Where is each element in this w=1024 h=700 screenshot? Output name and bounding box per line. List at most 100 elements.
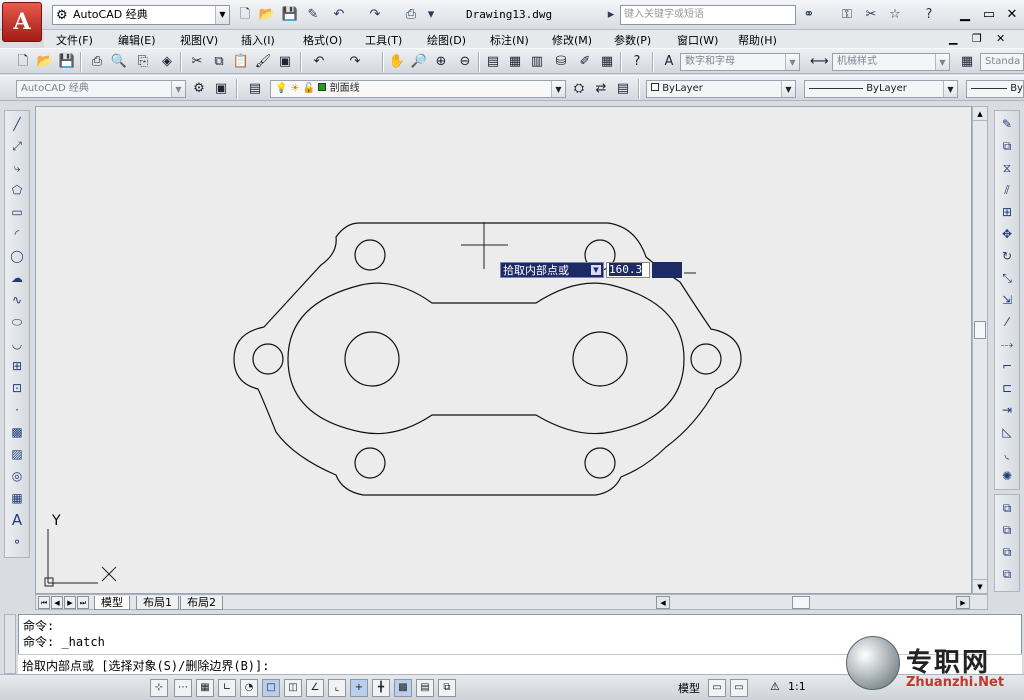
zoom-previous-icon[interactable]: ⊖	[456, 53, 474, 71]
send-under-icon[interactable]: ⧉	[998, 565, 1016, 583]
object-snap-icon[interactable]: □	[262, 679, 280, 697]
dim-style-icon[interactable]: ⟷	[810, 53, 829, 71]
annotation-scale-icon[interactable]: ⚠	[770, 680, 780, 693]
dim-style-select[interactable]: 机械样式 ▼	[832, 53, 950, 71]
new-file-icon[interactable]: 🗋	[236, 6, 254, 24]
menu-insert[interactable]: 插入(I)	[241, 32, 275, 48]
make-block-icon[interactable]: ⊡	[8, 379, 26, 397]
rotate-icon[interactable]: ↻	[998, 247, 1016, 265]
move-icon[interactable]: ✥	[998, 225, 1016, 243]
next-tab-icon[interactable]: ▶	[64, 596, 76, 609]
open-folder-icon[interactable]: 📂	[258, 6, 276, 24]
sheet-set-icon[interactable]: ⛁	[552, 53, 570, 71]
minimize-window-icon[interactable]: ▁	[956, 6, 974, 24]
lineweight-select[interactable]: By	[966, 80, 1024, 98]
menu-window[interactable]: 窗口(W)	[677, 32, 718, 48]
save-as-icon[interactable]: ✎	[304, 6, 322, 24]
color-select[interactable]: ByLayer ▼	[646, 80, 796, 98]
help-icon[interactable]: ?	[920, 6, 938, 24]
explode-icon[interactable]: ✺	[998, 467, 1016, 485]
exchange-icon[interactable]: ✂	[862, 6, 880, 24]
text-style-icon[interactable]: A	[660, 53, 678, 71]
extend-icon[interactable]: ⤏	[998, 335, 1016, 353]
key-icon[interactable]: ⚿	[838, 6, 856, 24]
drawing-canvas[interactable]: Y	[35, 106, 972, 594]
vertical-scroll-thumb[interactable]	[974, 321, 986, 339]
zoom-realtime-icon[interactable]: 🔎	[410, 53, 428, 71]
insert-block-icon[interactable]: ⊞	[8, 357, 26, 375]
last-tab-icon[interactable]: ⏭	[77, 596, 89, 609]
binoculars-icon[interactable]: ⚭	[800, 6, 818, 24]
tab-model[interactable]: 模型	[94, 596, 130, 610]
stretch-icon[interactable]: ⇲	[998, 291, 1016, 309]
menu-help[interactable]: 帮助(H)	[738, 32, 777, 48]
menu-file[interactable]: 文件(F)	[56, 32, 93, 48]
rectangle-icon[interactable]: ▭	[8, 203, 26, 221]
tab-layout2[interactable]: 布局2	[180, 596, 223, 610]
close-window-icon[interactable]: ✕	[1003, 6, 1021, 24]
prev-tab-icon[interactable]: ◀	[51, 596, 63, 609]
redo-toolbar-icon[interactable]: ↷	[346, 53, 364, 71]
chamfer-icon[interactable]: ◺	[998, 423, 1016, 441]
mdi-minimize-icon[interactable]: ▁	[949, 32, 957, 45]
object-snap-tracking-icon[interactable]: ∠	[306, 679, 324, 697]
array-icon[interactable]: ⊞	[998, 203, 1016, 221]
undo-toolbar-icon[interactable]: ↶	[310, 53, 328, 71]
text-style-select[interactable]: 数字和字母 ▼	[680, 53, 800, 71]
polyline-icon[interactable]: ⤷	[8, 159, 26, 177]
menu-format[interactable]: 格式(O)	[303, 32, 342, 48]
pan-icon[interactable]: ✋	[388, 53, 406, 71]
add-selected-icon[interactable]: ⚬	[8, 533, 26, 551]
preview-icon[interactable]: 🔍	[110, 53, 128, 71]
scroll-down-icon[interactable]: ▼	[973, 579, 987, 593]
workspace-select[interactable]: AutoCAD 经典 ▼	[16, 80, 186, 98]
lineweight-icon[interactable]: ╋	[372, 679, 390, 697]
tab-layout1[interactable]: 布局1	[136, 596, 179, 610]
command-grip[interactable]	[4, 614, 16, 674]
scroll-right-icon[interactable]: ▶	[956, 596, 970, 609]
options-dropdown-icon[interactable]: ▼	[591, 265, 601, 275]
horizontal-scroll-thumb[interactable]	[792, 596, 810, 609]
make-current-icon[interactable]: ⛭	[570, 80, 588, 98]
arc-icon[interactable]: ◜	[8, 225, 26, 243]
undo-icon[interactable]: ↶	[330, 6, 348, 24]
vertical-scrollbar[interactable]: ▲ ▼	[972, 106, 988, 594]
revision-cloud-icon[interactable]: ☁	[8, 269, 26, 287]
multiline-text-icon[interactable]: A	[8, 511, 26, 529]
copy-object-icon[interactable]: ⧉	[998, 137, 1016, 155]
markup-icon[interactable]: ✐	[576, 53, 594, 71]
scale-icon[interactable]: ⤡	[998, 269, 1016, 287]
menu-dimension[interactable]: 标注(N)	[490, 32, 529, 48]
workspace-switcher[interactable]: ⚙ AutoCAD 经典 ▼	[52, 5, 230, 25]
spline-icon[interactable]: ∿	[8, 291, 26, 309]
polygon-icon[interactable]: ⬠	[8, 181, 26, 199]
point-icon[interactable]: ·	[8, 401, 26, 419]
circle-icon[interactable]: ◯	[8, 247, 26, 265]
first-tab-icon[interactable]: ⏮	[38, 596, 50, 609]
dynamic-input-field[interactable]: 160.3	[606, 262, 650, 278]
title-chevron-icon[interactable]: ▸	[602, 6, 620, 24]
layer-select[interactable]: 💡 ☀ 🔓 剖面线 ▼	[270, 80, 566, 98]
menu-edit[interactable]: 编辑(E)	[118, 32, 156, 48]
dynamic-ucs-icon[interactable]: ⌞	[328, 679, 346, 697]
annotation-scale[interactable]: 1:1	[788, 680, 806, 693]
copy-icon[interactable]: ⧉	[210, 53, 228, 71]
publish-icon[interactable]: ⎘	[134, 53, 152, 71]
menu-parameter[interactable]: 参数(P)	[614, 32, 651, 48]
new-icon[interactable]: 🗋	[14, 53, 32, 71]
break-at-point-icon[interactable]: ⌐	[998, 357, 1016, 375]
workspace-settings-icon[interactable]: ⚙	[190, 80, 208, 98]
save-icon[interactable]: 💾	[281, 6, 299, 24]
grid-display-icon[interactable]: ▦	[196, 679, 214, 697]
layer-previous-icon[interactable]: ⇄	[592, 80, 610, 98]
3d-osnap-icon[interactable]: ◫	[284, 679, 302, 697]
bring-to-front-icon[interactable]: ⧉	[998, 499, 1016, 517]
table-style-icon[interactable]: ▦	[958, 53, 976, 71]
construction-line-icon[interactable]: ⤢	[8, 137, 26, 155]
menu-view[interactable]: 视图(V)	[180, 32, 218, 48]
help-toolbar-icon[interactable]: ?	[628, 53, 646, 71]
mdi-close-icon[interactable]: ✕	[996, 32, 1005, 45]
ellipse-icon[interactable]: ⬭	[8, 313, 26, 331]
menu-modify[interactable]: 修改(M)	[552, 32, 592, 48]
transparency-icon[interactable]: ▩	[394, 679, 412, 697]
